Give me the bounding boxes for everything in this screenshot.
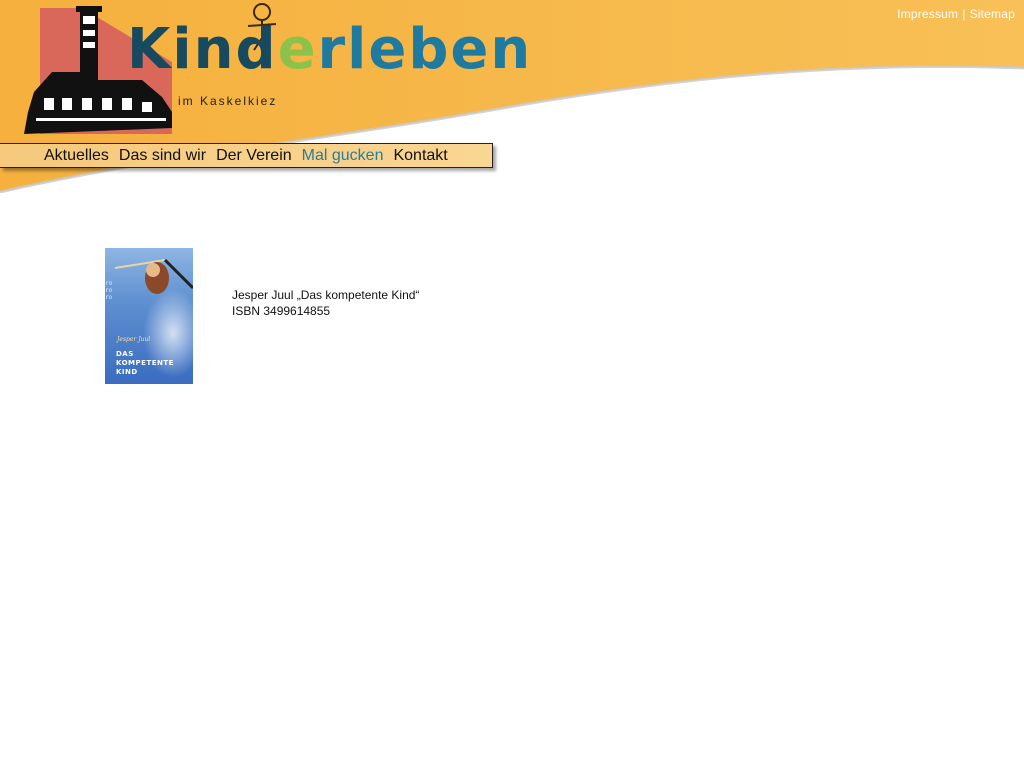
logo-word-part4: rleben	[317, 17, 533, 82]
book-cover-author: Jesper Juul	[117, 336, 151, 343]
logo-word-part3: e	[277, 17, 318, 82]
top-links: Impressum | Sitemap	[897, 7, 1015, 21]
book-cover-publisher-mark: ro ro ro	[105, 280, 113, 301]
nav-item-aktuelles[interactable]: Aktuelles	[44, 147, 109, 165]
sitemap-link[interactable]: Sitemap	[970, 7, 1015, 21]
nav-item-kontakt[interactable]: Kontakt	[393, 147, 447, 165]
nav-items: Aktuelles Das sind wir Der Verein Mal gu…	[44, 147, 448, 165]
site-logo[interactable]: Kinderleben im Kaskelkiez	[22, 2, 530, 140]
book-cover-figure-icon	[114, 258, 193, 294]
logo-word-part2: d	[235, 17, 278, 82]
nav-item-das-sind-wir[interactable]: Das sind wir	[119, 147, 206, 165]
book-cover-title: DAS KOMPETENTE KIND	[116, 350, 174, 376]
logo-word-part1: Kin	[127, 17, 236, 82]
nav-item-mal-gucken[interactable]: Mal gucken	[302, 147, 384, 165]
nav-item-der-verein[interactable]: Der Verein	[216, 147, 292, 165]
page: Impressum | Sitemap Kinderleben im Kaske…	[0, 0, 1024, 768]
logo-subtitle: im Kaskelkiez	[178, 94, 278, 108]
top-links-separator: |	[962, 7, 966, 21]
main-nav: Aktuelles Das sind wir Der Verein Mal gu…	[0, 143, 493, 168]
book-info: Jesper Juul „Das kompetente Kind“ ISBN 3…	[232, 287, 419, 319]
book-isbn-line: ISBN 3499614855	[232, 304, 331, 318]
book-title-line: Jesper Juul „Das kompetente Kind“	[232, 288, 420, 302]
logo-wordmark: Kinderleben	[127, 22, 532, 78]
book-cover-image: ro ro ro Jesper Juul DAS KOMPETENTE KIND	[105, 248, 193, 384]
impressum-link[interactable]: Impressum	[897, 7, 958, 21]
